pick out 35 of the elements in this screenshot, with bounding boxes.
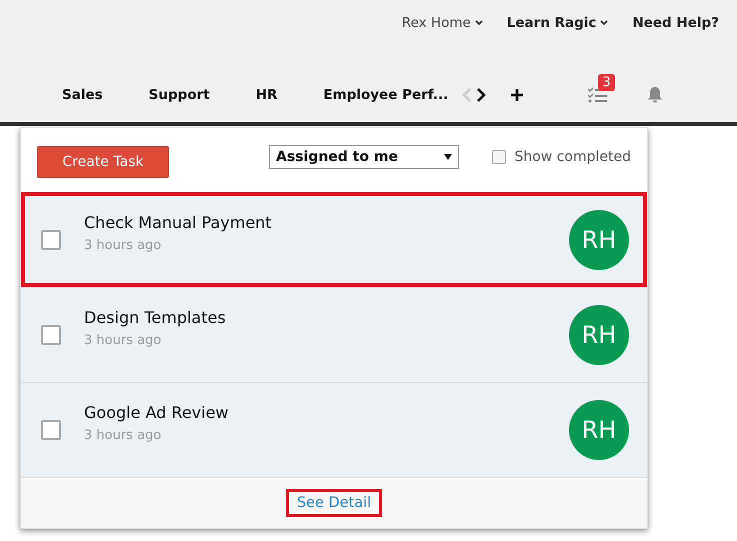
task-title: Design Templates	[84, 308, 227, 327]
checkbox[interactable]	[492, 150, 506, 164]
bell-icon[interactable]	[647, 86, 664, 103]
checkbox-label: Show completed	[514, 149, 631, 165]
caret-icon	[474, 20, 483, 26]
task-title: Google Ad Review	[84, 403, 230, 422]
tab[interactable]: Support	[148, 86, 210, 102]
dropdown-arrow-icon	[444, 154, 452, 160]
task-row[interactable]: Design Templates 3 hours ago RH	[21, 287, 647, 382]
create-task-button[interactable]: Create Task	[37, 146, 169, 178]
checkbox[interactable]	[41, 420, 61, 440]
task-row[interactable]: Check Manual Payment 3 hours ago RH	[21, 192, 647, 287]
task-row[interactable]: Google Ad Review 3 hours ago RH	[21, 382, 647, 477]
nav-link[interactable]: Learn Ragic	[506, 15, 608, 31]
plus-icon[interactable]	[510, 88, 524, 102]
tab[interactable]: HR	[256, 86, 278, 102]
filter-dropdown[interactable]: Assigned to me	[269, 145, 459, 169]
checkbox[interactable]	[41, 230, 61, 250]
count-badge: 3	[598, 74, 615, 90]
avatar: RH	[569, 210, 629, 270]
task-title: Check Manual Payment	[84, 212, 273, 232]
checkbox[interactable]	[41, 325, 61, 345]
see-detail-link[interactable]: See Detail	[286, 489, 382, 517]
nav-link[interactable]: Need Help?	[632, 15, 719, 31]
avatar: RH	[569, 400, 629, 460]
tab[interactable]: Employee Perf...	[323, 86, 448, 102]
nav-link[interactable]: Rex Home	[402, 15, 483, 31]
task-time: 3 hours ago	[84, 428, 162, 443]
chevron-right-icon[interactable]	[476, 88, 486, 102]
task-time: 3 hours ago	[84, 238, 162, 252]
tab[interactable]: Sales	[62, 86, 103, 102]
checklist-icon[interactable]	[588, 86, 608, 102]
task-time: 3 hours ago	[84, 333, 162, 348]
avatar: RH	[569, 305, 629, 365]
caret-icon	[600, 20, 608, 26]
